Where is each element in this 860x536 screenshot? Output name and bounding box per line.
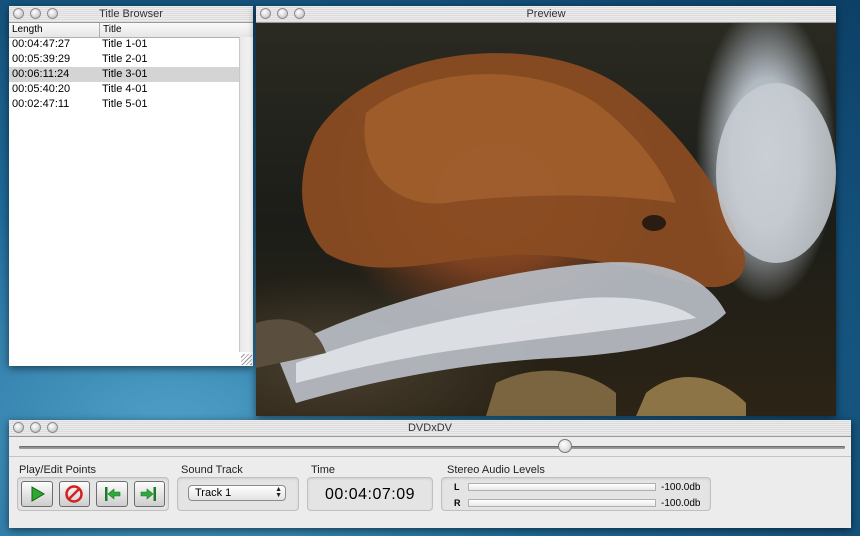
window-title: DVDxDV xyxy=(407,422,452,434)
audio-levels-label: Stereo Audio Levels xyxy=(447,464,545,476)
row-length: 00:05:40:20 xyxy=(12,83,71,95)
right-level-bar xyxy=(468,499,656,507)
row-title: Title 2-01 xyxy=(102,53,148,65)
dvdxdv-window: DVDxDV Play/Edit Points Sound Track Trac… xyxy=(9,420,851,528)
title-browser-window: Title Browser Length Title 00:04:47:27 T… xyxy=(9,6,253,366)
audio-levels-box: L -100.0db R -100.0db xyxy=(441,477,711,511)
column-header: Length Title xyxy=(9,23,253,38)
vertical-scrollbar[interactable] xyxy=(239,37,253,352)
play-edit-label: Play/Edit Points xyxy=(19,464,97,476)
right-db-value: -100.0db xyxy=(661,497,701,509)
row-title: Title 3-01 xyxy=(102,68,148,80)
row-title: Title 1-01 xyxy=(102,38,148,50)
row-title: Title 4-01 xyxy=(102,83,148,95)
video-frame-image xyxy=(256,53,836,416)
left-channel-label: L xyxy=(454,482,460,492)
audio-meter-left: L -100.0db xyxy=(442,479,710,495)
time-group: Time 00:04:07:09 xyxy=(307,464,433,511)
close-button[interactable] xyxy=(260,8,271,19)
table-row[interactable]: 00:02:47:11 Title 5-01 xyxy=(9,97,240,112)
audio-meter-right: R -100.0db xyxy=(442,495,710,511)
window-controls xyxy=(13,422,58,433)
sound-track-group: Sound Track Track 1 ▲ ▼ xyxy=(177,464,299,511)
table-row[interactable]: 00:05:40:20 Title 4-01 xyxy=(9,82,240,97)
preview-window: Preview xyxy=(256,6,836,416)
table-row-selected[interactable]: 00:06:11:24 Title 3-01 xyxy=(9,67,240,82)
time-value: 00:04:07:09 xyxy=(324,486,416,503)
minimize-button[interactable] xyxy=(30,8,41,19)
title-browser-titlebar[interactable]: Title Browser xyxy=(9,6,253,23)
play-edit-group: Play/Edit Points xyxy=(17,464,169,511)
play-edit-box xyxy=(17,477,169,511)
zoom-button[interactable] xyxy=(294,8,305,19)
time-label: Time xyxy=(311,464,336,476)
sound-track-popup[interactable]: Track 1 ▲ ▼ xyxy=(188,485,286,501)
dvdxdv-titlebar[interactable]: DVDxDV xyxy=(9,420,851,437)
position-slider-thumb[interactable] xyxy=(558,439,572,453)
table-row[interactable]: 00:05:39:29 Title 2-01 xyxy=(9,52,240,67)
play-icon xyxy=(31,486,45,502)
position-slider-track[interactable] xyxy=(19,446,845,449)
set-out-point-button[interactable] xyxy=(133,481,165,507)
row-length: 00:02:47:11 xyxy=(12,98,70,110)
row-title: Title 5-01 xyxy=(102,98,148,110)
zoom-button[interactable] xyxy=(47,422,58,433)
column-header-length[interactable]: Length xyxy=(9,23,100,37)
video-frame xyxy=(256,23,836,416)
row-length: 00:04:47:27 xyxy=(12,38,71,50)
preview-titlebar[interactable]: Preview xyxy=(256,6,836,23)
row-length: 00:06:11:24 xyxy=(12,68,70,80)
close-button[interactable] xyxy=(13,422,24,433)
window-title: Title Browser xyxy=(99,8,163,20)
window-title: Preview xyxy=(526,8,566,20)
minimize-button[interactable] xyxy=(30,422,41,433)
set-in-point-button[interactable] xyxy=(96,481,128,507)
column-header-title[interactable]: Title xyxy=(100,23,253,37)
sound-track-box: Track 1 ▲ ▼ xyxy=(177,477,299,511)
left-level-bar xyxy=(468,483,656,491)
resize-grip-icon[interactable] xyxy=(241,354,252,365)
clear-points-button[interactable] xyxy=(58,481,90,507)
set-out-point-icon xyxy=(140,487,157,501)
close-button[interactable] xyxy=(13,8,24,19)
no-entry-icon xyxy=(65,485,83,503)
right-channel-label: R xyxy=(454,498,461,508)
row-length: 00:05:39:29 xyxy=(12,53,71,65)
popup-arrows-icon: ▲ ▼ xyxy=(275,486,282,499)
table-row[interactable]: 00:04:47:27 Title 1-01 xyxy=(9,37,240,52)
window-controls xyxy=(13,8,58,19)
time-box: 00:04:07:09 xyxy=(307,477,433,511)
zoom-button[interactable] xyxy=(47,8,58,19)
window-controls xyxy=(260,8,305,19)
left-db-value: -100.0db xyxy=(661,481,701,493)
divider xyxy=(9,456,851,457)
set-in-point-icon xyxy=(104,487,121,501)
minimize-button[interactable] xyxy=(277,8,288,19)
play-button[interactable] xyxy=(21,481,53,507)
sound-track-value: Track 1 xyxy=(195,487,232,499)
title-list: 00:04:47:27 Title 1-01 00:05:39:29 Title… xyxy=(9,37,240,112)
sound-track-label: Sound Track xyxy=(181,464,243,476)
audio-levels-group: Stereo Audio Levels L -100.0db R -100.0d… xyxy=(441,464,711,511)
